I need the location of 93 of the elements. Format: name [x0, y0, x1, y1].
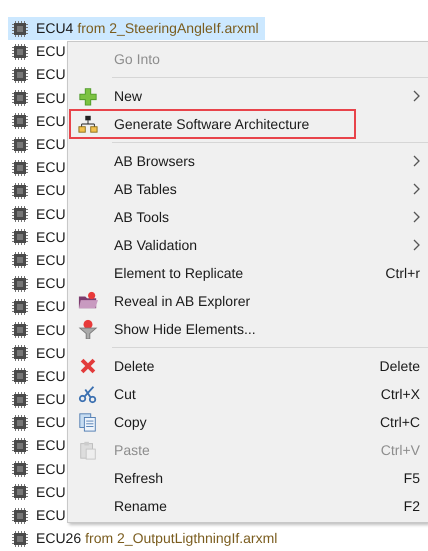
- node-name: ECU: [36, 297, 66, 316]
- node-name: ECU: [36, 42, 66, 62]
- node-name: ECU: [36, 460, 66, 479]
- node-name: ECU: [36, 390, 66, 410]
- tree-row[interactable]: ECU: [8, 88, 66, 109]
- tree-row[interactable]: ECU: [8, 273, 66, 294]
- chip-icon: [12, 508, 28, 524]
- menu-item[interactable]: Element to Replicate Ctrl+r: [70, 259, 426, 287]
- source-file: from 2_OutputLigthningIf.arxml: [85, 529, 278, 548]
- menu-item[interactable]: Delete Delete: [70, 352, 426, 380]
- node-name: ECU4: [36, 19, 74, 38]
- menu-item[interactable]: Reveal in AB Explorer: [70, 287, 426, 315]
- node-name: ECU: [36, 158, 66, 178]
- tree-row[interactable]: ECU: [8, 458, 66, 480]
- source-file: from 2_SteeringAngleIf.arxml: [77, 19, 259, 38]
- chip-icon: [12, 438, 28, 454]
- selected-tree-row[interactable]: ECU4 from 2_SteeringAngleIf.arxml: [8, 17, 265, 40]
- node-name: ECU: [36, 366, 66, 386]
- chip-icon: [12, 113, 28, 130]
- chip-icon: [12, 229, 28, 246]
- node-name: ECU26: [36, 529, 82, 548]
- chip-icon: [12, 160, 28, 176]
- node-name: ECU: [36, 65, 66, 84]
- node-name: ECU: [36, 250, 66, 270]
- menu-item[interactable]: Rename F2: [70, 492, 426, 520]
- filter-icon: [76, 319, 100, 339]
- chip-icon: [12, 484, 28, 500]
- chevron-icon: [412, 90, 420, 102]
- tree-row[interactable]: ECU: [8, 180, 66, 202]
- node-name: ECU: [36, 135, 66, 154]
- chip-icon: [12, 20, 28, 37]
- node-name: ECU: [36, 204, 66, 224]
- node-name: ECU: [36, 436, 66, 456]
- menu-item[interactable]: AB Tools: [70, 203, 426, 231]
- chip-icon: [12, 252, 28, 268]
- chip-icon: [12, 461, 28, 478]
- node-name: ECU: [36, 228, 66, 247]
- tree-row[interactable]: ECU: [8, 366, 66, 387]
- chip-icon: [12, 90, 28, 106]
- menu-item[interactable]: AB Browsers: [70, 147, 426, 175]
- tree-row[interactable]: ECU: [8, 505, 66, 526]
- menu-item[interactable]: Copy Ctrl+C: [70, 408, 426, 436]
- tree-row[interactable]: ECU: [8, 157, 66, 178]
- chip-icon: [12, 322, 28, 338]
- tree-row[interactable]: ECU: [8, 110, 66, 132]
- tree-row[interactable]: ECU: [8, 389, 66, 410]
- menu-item[interactable]: Cut Ctrl+X: [70, 380, 426, 408]
- tree-row[interactable]: ECU26 from 2_OutputLigthningIf.arxml: [8, 528, 278, 550]
- menu-item[interactable]: Generate Software Architecture: [70, 110, 355, 138]
- chevron-icon: [412, 183, 420, 195]
- tree-row[interactable]: ECU: [8, 41, 66, 62]
- chip-icon: [12, 206, 28, 222]
- chip-icon: [12, 530, 28, 547]
- tree-row[interactable]: ECU: [8, 296, 66, 318]
- node-name: ECU: [36, 112, 66, 131]
- chip-icon: [12, 392, 28, 408]
- tree-row[interactable]: ECU: [8, 342, 66, 364]
- menu-item[interactable]: AB Tables: [70, 175, 426, 203]
- node-name: ECU: [36, 344, 66, 363]
- chip-icon: [12, 414, 28, 431]
- node-name: ECU: [36, 320, 66, 340]
- chip-icon: [12, 298, 28, 315]
- node-name: ECU: [36, 88, 66, 108]
- chevron-icon: [412, 211, 420, 223]
- tree-row[interactable]: ECU: [8, 250, 66, 271]
- tree-row[interactable]: ECU: [8, 64, 66, 86]
- chip-icon: [12, 44, 28, 60]
- tree-row[interactable]: ECU: [8, 204, 66, 225]
- menu-item[interactable]: AB Validation: [70, 231, 426, 259]
- menu-item[interactable]: Refresh F5: [70, 464, 426, 492]
- chip-icon: [12, 276, 28, 292]
- hierarchy-icon: [76, 114, 100, 134]
- chip-icon: [12, 345, 28, 362]
- chevron-icon: [412, 155, 420, 167]
- folder-icon: [76, 291, 100, 311]
- chevron-icon: [412, 239, 420, 251]
- tree-row[interactable]: ECU: [8, 412, 66, 434]
- menu-item[interactable]: New: [70, 82, 426, 110]
- menu-item[interactable]: Show Hide Elements...: [70, 315, 426, 343]
- chip-icon: [12, 66, 28, 83]
- node-name: ECU: [36, 181, 66, 200]
- node-name: ECU: [36, 274, 66, 294]
- tree-row[interactable]: ECU: [8, 482, 66, 503]
- chip-icon: [12, 136, 28, 153]
- tree-row[interactable]: ECU: [8, 134, 66, 156]
- tree-row[interactable]: ECU: [8, 435, 66, 456]
- node-name: ECU: [36, 482, 66, 502]
- node-name: ECU: [36, 413, 66, 432]
- tree-row[interactable]: ECU: [8, 320, 66, 341]
- chip-icon: [12, 368, 28, 384]
- tree-row[interactable]: ECU: [8, 226, 66, 248]
- node-name: ECU: [36, 506, 66, 526]
- chip-icon: [12, 182, 28, 199]
